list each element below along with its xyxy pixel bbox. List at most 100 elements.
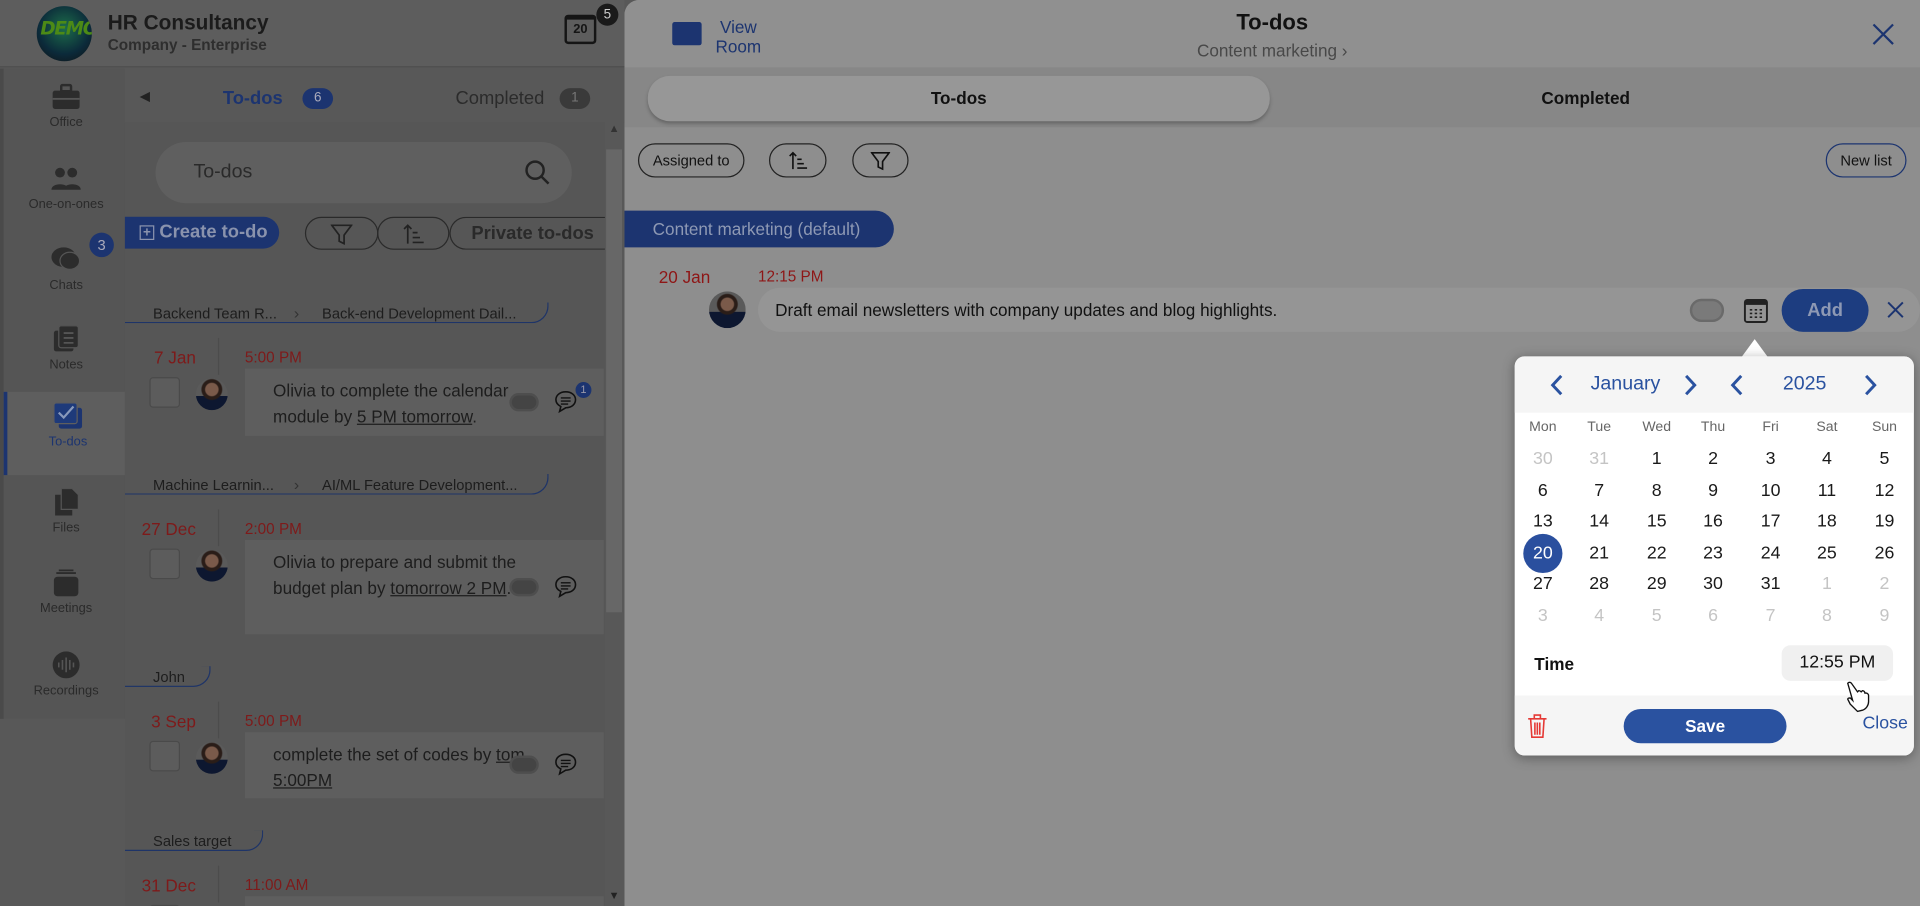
group-crumb[interactable]: Backend Team R... (153, 305, 277, 322)
year-label[interactable]: 2025 (1783, 373, 1827, 395)
comment-icon[interactable] (553, 574, 577, 598)
calendar-day[interactable]: 27 (1523, 570, 1562, 599)
calendar-day[interactable]: 4 (1580, 601, 1619, 630)
next-month-icon[interactable] (1684, 374, 1699, 396)
todo-item[interactable] (244, 896, 604, 906)
close-button[interactable]: Close (1862, 714, 1907, 734)
calendar-day[interactable]: 2 (1865, 570, 1904, 599)
group-crumb[interactable]: Back-end Development Dail... (322, 305, 516, 322)
panel-sort-button[interactable] (768, 143, 827, 178)
sidebar-item-files[interactable]: Files (4, 488, 129, 535)
calendar-day[interactable]: 1 (1807, 570, 1846, 599)
calendar-day[interactable]: 18 (1807, 507, 1846, 536)
calendar-day[interactable]: 25 (1807, 539, 1846, 568)
selected-day[interactable]: 20 (1523, 533, 1563, 573)
calendar-day[interactable]: 26 (1865, 539, 1904, 568)
todo-checkbox[interactable] (149, 740, 181, 772)
group-crumb[interactable]: Sales target (153, 833, 231, 850)
comment-icon[interactable] (553, 752, 577, 776)
calendar-day[interactable]: 6 (1523, 476, 1562, 505)
calendar-day[interactable]: 1 (1637, 444, 1676, 473)
calendar-day[interactable]: 17 (1751, 507, 1790, 536)
collapse-arrow-icon[interactable]: ◀ (140, 88, 150, 104)
panel-breadcrumb[interactable]: Content marketing › (624, 40, 1920, 60)
filter-button[interactable] (304, 216, 379, 250)
calendar-day[interactable]: 12 (1865, 476, 1904, 505)
calendar-day[interactable]: 6 (1693, 601, 1732, 630)
calendar-day[interactable]: 9 (1865, 601, 1904, 630)
private-toggle[interactable] (509, 755, 539, 774)
group-crumb[interactable]: AI/ML Feature Development... (322, 476, 517, 493)
tab-completed[interactable]: Completed (456, 88, 545, 109)
panel-tab-to-dos[interactable]: To-dos (647, 75, 1270, 122)
calendar-day[interactable]: 22 (1637, 539, 1676, 568)
group-crumb[interactable]: Machine Learnin... (153, 476, 274, 493)
calendar-day[interactable]: 15 (1637, 507, 1676, 536)
calendar-day[interactable]: 5 (1865, 444, 1904, 473)
private-toggle[interactable] (509, 577, 539, 596)
calendar-day[interactable]: 14 (1580, 507, 1619, 536)
new-list-button[interactable]: New list (1825, 143, 1907, 178)
calendar-day[interactable]: 8 (1637, 476, 1676, 505)
search-input[interactable]: To-dos (155, 142, 572, 204)
sidebar-item-one-on-ones[interactable]: One-on-ones (4, 165, 129, 212)
calendar-day[interactable]: 9 (1693, 476, 1732, 505)
comment-icon[interactable] (553, 389, 577, 413)
scrollbar-thumb[interactable] (606, 149, 623, 613)
calendar-day[interactable]: 23 (1693, 539, 1732, 568)
sort-button[interactable] (377, 216, 450, 250)
calendar-day[interactable]: 30 (1693, 570, 1732, 599)
calendar-day[interactable]: 21 (1580, 539, 1619, 568)
todo-item[interactable]: Olivia to prepare and submit the budget … (244, 540, 604, 635)
list-scrollbar[interactable]: ▲ ▼ (604, 122, 624, 906)
calendar-day[interactable]: 13 (1523, 507, 1562, 536)
scroll-up-arrow[interactable]: ▲ (605, 122, 623, 139)
calendar-day[interactable]: 10 (1751, 476, 1790, 505)
group-crumb[interactable]: John (153, 669, 185, 686)
calendar-day[interactable]: 3 (1751, 444, 1790, 473)
calendar-day[interactable]: 2 (1693, 444, 1732, 473)
add-button[interactable]: Add (1781, 288, 1869, 332)
sidebar-item-office[interactable]: Office (4, 83, 129, 130)
panel-filter-button[interactable] (852, 143, 909, 178)
panel-tab-completed[interactable]: Completed (1270, 76, 1902, 121)
calendar-day[interactable]: 5 (1637, 601, 1676, 630)
calendar-icon[interactable]: 20 (564, 14, 597, 45)
assigned-to-button[interactable]: Assigned to (637, 143, 745, 178)
search-icon[interactable] (524, 159, 551, 186)
calendar-day[interactable]: 19 (1865, 507, 1904, 536)
calendar-day[interactable]: 11 (1807, 476, 1846, 505)
calendar-day[interactable]: 7 (1751, 601, 1790, 630)
close-icon[interactable] (1872, 23, 1894, 45)
calendar-day[interactable]: 28 (1580, 570, 1619, 599)
list-chip[interactable]: Content marketing (default) (624, 210, 894, 248)
calendar-day[interactable]: 16 (1693, 507, 1732, 536)
todo-checkbox[interactable] (149, 377, 181, 408)
todo-item[interactable]: Olivia to complete the calendar module b… (244, 368, 604, 436)
tab-to-dos[interactable]: To-dos (223, 88, 283, 109)
calendar-day[interactable]: 30 (1523, 444, 1562, 473)
calendar-day[interactable]: 7 (1580, 476, 1619, 505)
calendar-icon[interactable] (1743, 299, 1768, 324)
calendar-day[interactable]: 8 (1807, 601, 1846, 630)
calendar-day[interactable]: 24 (1751, 539, 1790, 568)
sidebar-item-meetings[interactable]: Meetings (4, 569, 129, 616)
month-label[interactable]: January (1591, 373, 1661, 395)
calendar-day[interactable]: 31 (1751, 570, 1790, 599)
trash-icon[interactable] (1527, 714, 1548, 738)
private-to-dos-button[interactable]: Private to-dos (449, 216, 615, 250)
time-input[interactable]: 12:55 PM (1781, 645, 1894, 681)
prev-year-icon[interactable] (1729, 374, 1744, 396)
calendar-day[interactable]: 4 (1807, 444, 1846, 473)
todo-checkbox[interactable] (149, 548, 181, 580)
prev-month-icon[interactable] (1549, 374, 1564, 396)
sidebar-item-to-dos[interactable]: To-dos (3, 391, 129, 476)
calendar-day[interactable]: 29 (1637, 570, 1676, 599)
calendar-day[interactable]: 3 (1523, 601, 1562, 630)
next-year-icon[interactable] (1864, 374, 1879, 396)
sidebar-item-notes[interactable]: Notes (4, 325, 129, 372)
calendar-day[interactable]: 31 (1580, 444, 1619, 473)
private-toggle[interactable] (1689, 298, 1725, 323)
create-to-do-button[interactable]: + Create to-do (124, 216, 280, 249)
sidebar-item-recordings[interactable]: Recordings (4, 651, 129, 698)
